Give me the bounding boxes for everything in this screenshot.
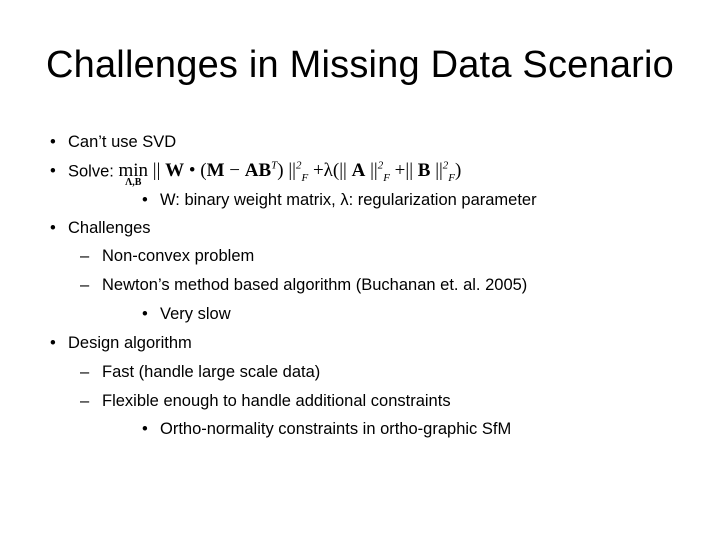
list-item: • Design algorithm — [50, 334, 192, 352]
bullet-marker: • — [50, 133, 56, 151]
slide-title: Challenges in Missing Data Scenario — [46, 44, 674, 86]
bullet-marker: • — [142, 420, 148, 438]
list-item: – Newton’s method based algorithm (Buchan… — [80, 276, 528, 294]
dash-marker: – — [80, 247, 90, 265]
bullet-marker: • — [142, 305, 148, 323]
list-item: • Ortho-normality constraints in ortho-gr… — [142, 420, 512, 438]
list-item: – Fast (handle large scale data) — [80, 363, 321, 381]
list-item: • Solve: min Λ,B || W • (M − ABT) ||2F +λ(… — [50, 160, 462, 189]
list-item: • Very slow — [142, 305, 231, 323]
list-item: – Non-convex problem — [80, 247, 255, 265]
list-item: • W: binary weight matrix, λ: regularizat… — [142, 191, 537, 209]
dash-marker: – — [80, 276, 90, 294]
bullet-marker: • — [50, 219, 56, 237]
dash-marker: – — [80, 363, 90, 381]
bullet-marker: • — [50, 334, 56, 352]
dash-marker: – — [80, 392, 90, 410]
list-item: – Flexible enough to handle additional co… — [80, 392, 451, 410]
bullet-marker: • — [142, 191, 148, 209]
list-item: • Can’t use SVD — [50, 133, 177, 151]
list-item: • Challenges — [50, 219, 151, 237]
objective-formula: min Λ,B || W • (M − ABT) ||2F +λ(|| A ||2… — [118, 160, 462, 189]
bullet-marker: • — [50, 162, 56, 181]
